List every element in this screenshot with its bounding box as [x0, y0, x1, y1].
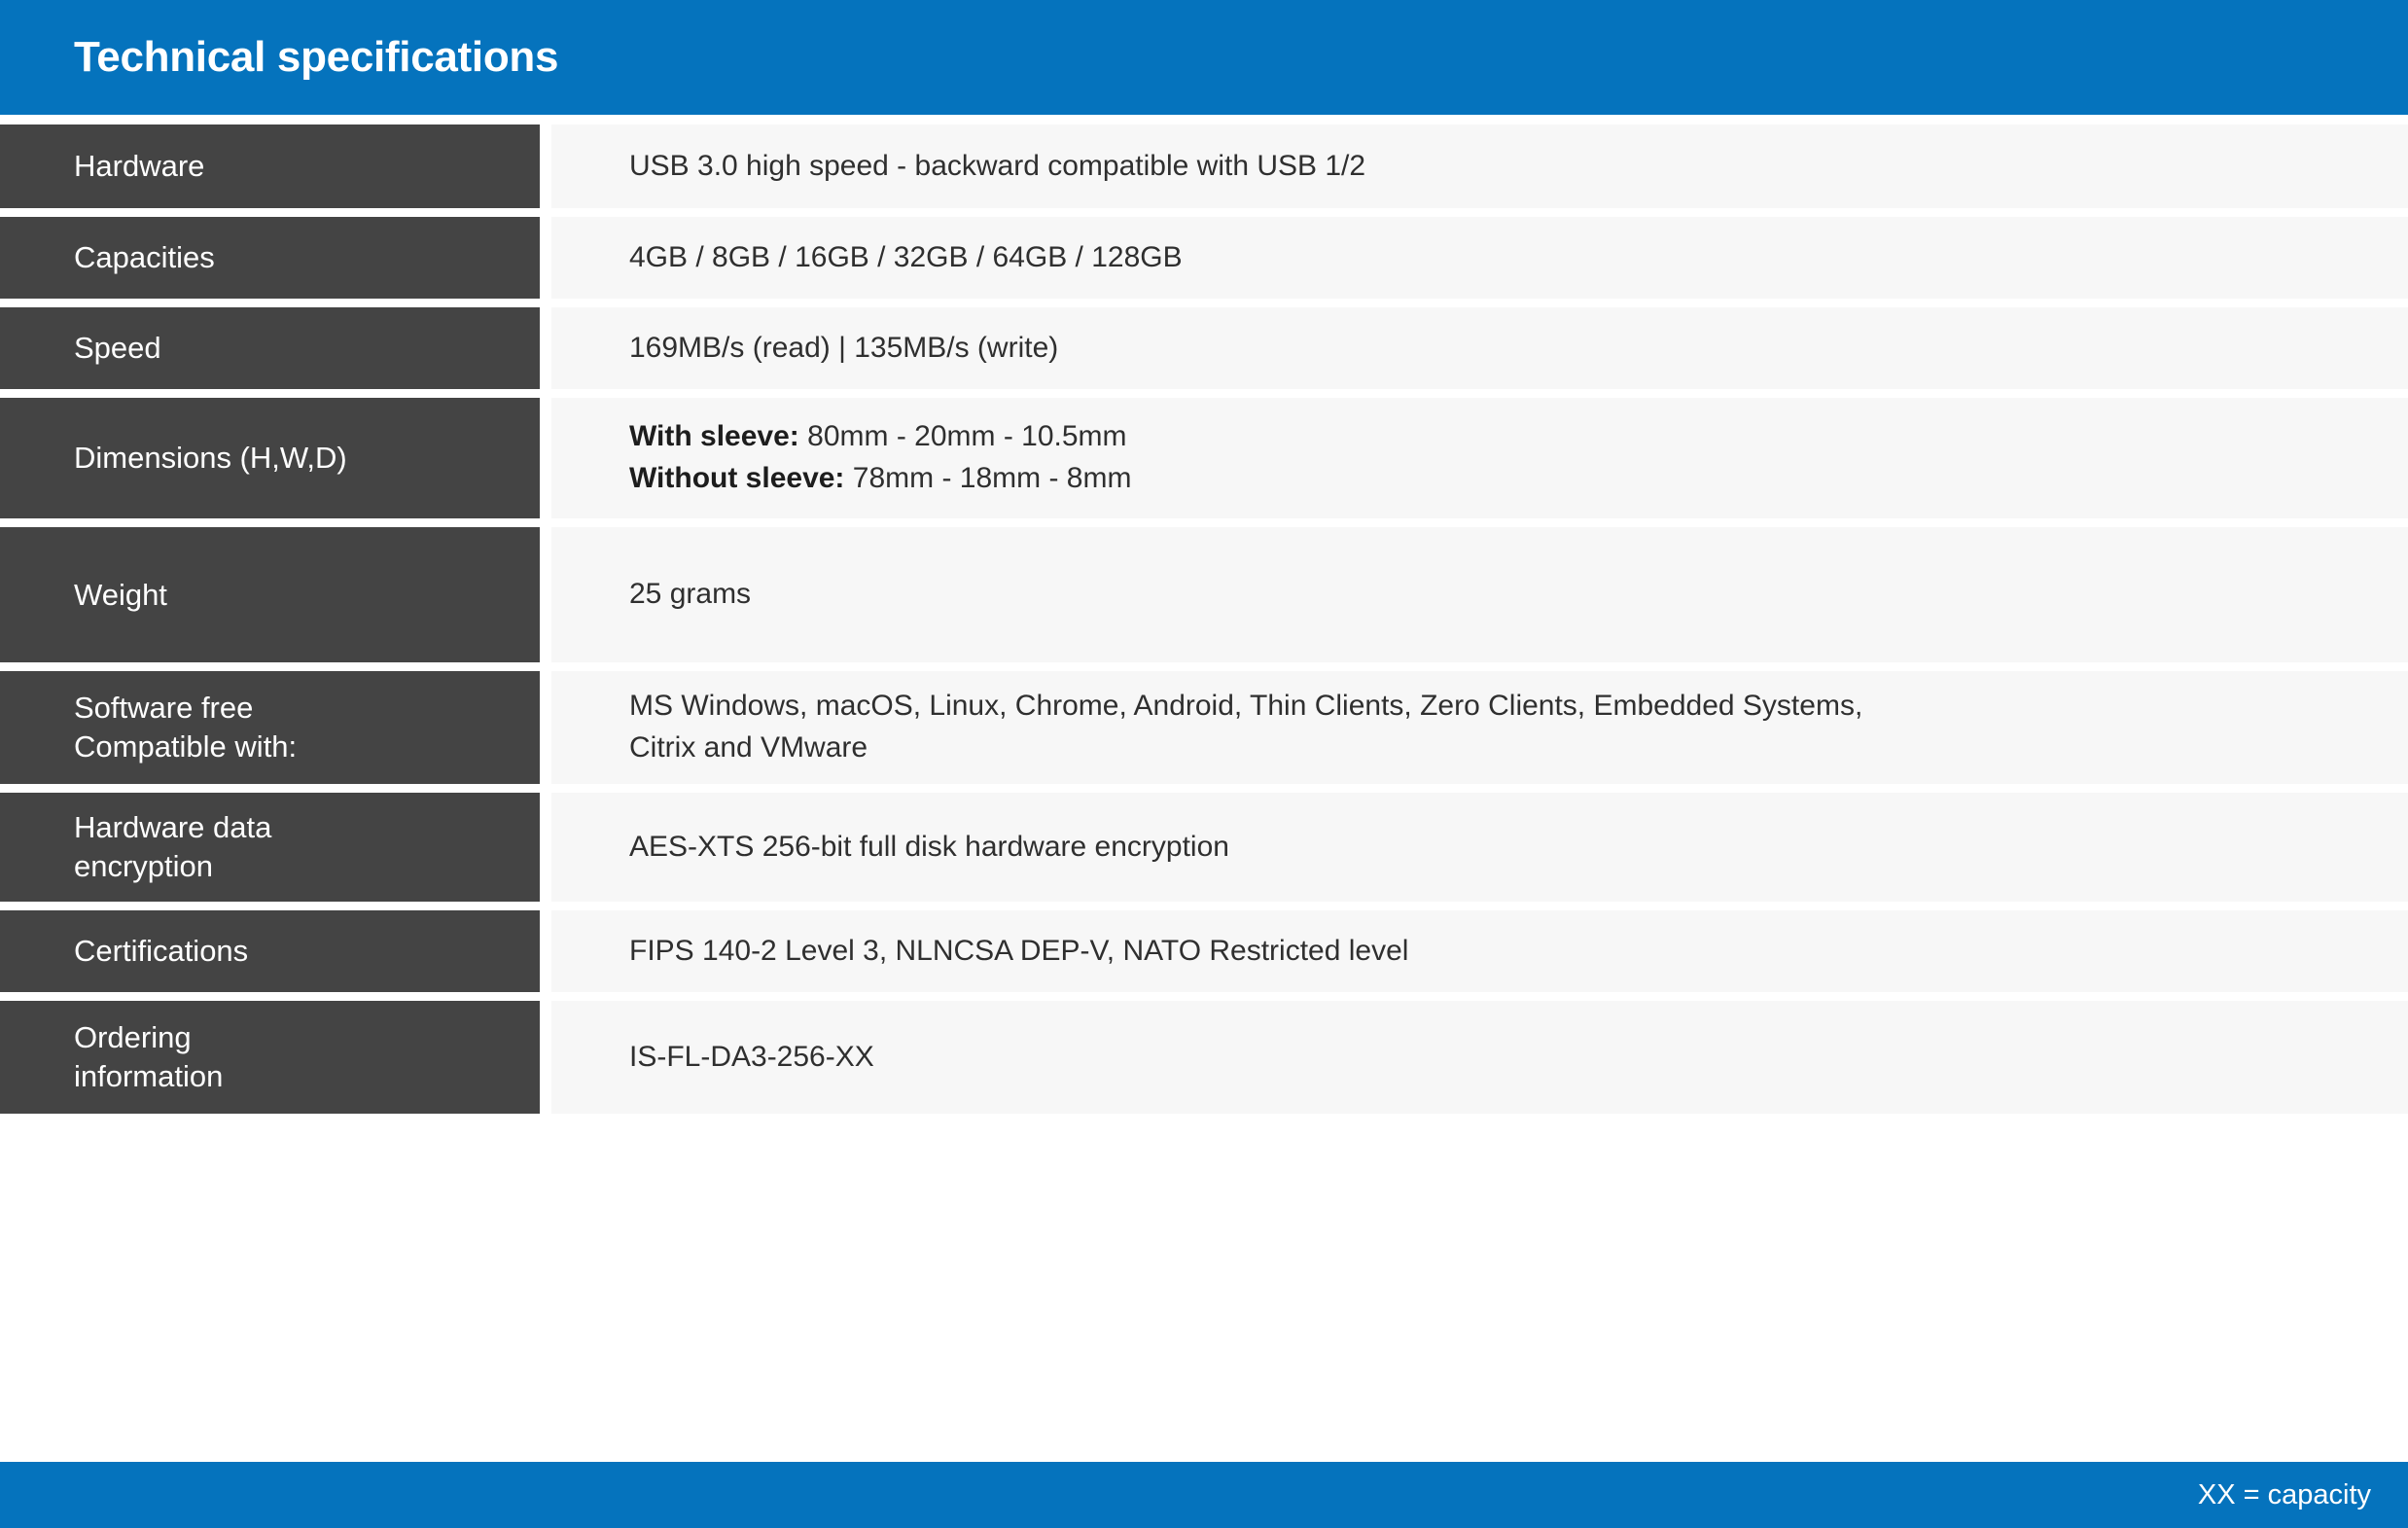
spec-label-text: Ordering information — [74, 1020, 224, 1093]
footer-bar: XX = capacity — [0, 1462, 2408, 1528]
spec-label-text: Capacities — [74, 240, 215, 275]
table-row: Software free Compatible with: MS Window… — [0, 671, 2408, 784]
table-row: Certifications FIPS 140-2 Level 3, NLNCS… — [0, 910, 2408, 992]
table-row: Hardware data encryption AES-XTS 256-bit… — [0, 793, 2408, 902]
dimensions-without-sleeve-value: 78mm - 18mm - 8mm — [844, 462, 1132, 494]
spec-value-text: 169MB/s (read) | 135MB/s (write) — [629, 331, 1059, 364]
spec-label-cell: Capacities — [0, 217, 540, 299]
spec-label-cell: Software free Compatible with: — [0, 671, 540, 784]
spec-label-cell: Weight — [0, 527, 540, 662]
spec-label-cell: Certifications — [0, 910, 540, 992]
table-row: Dimensions (H,W,D) With sleeve: 80mm - 2… — [0, 398, 2408, 518]
spec-value-cell: MS Windows, macOS, Linux, Chrome, Androi… — [551, 671, 2408, 784]
spec-value-cell: AES-XTS 256-bit full disk hardware encry… — [551, 793, 2408, 902]
spec-value-cell: 4GB / 8GB / 16GB / 32GB / 64GB / 128GB — [551, 217, 2408, 299]
spec-value-text: IS-FL-DA3-256-XX — [629, 1040, 874, 1073]
spec-label-text: Hardware data encryption — [74, 810, 272, 883]
spec-label-cell: Speed — [0, 307, 540, 389]
table-row: Weight 25 grams — [0, 527, 2408, 662]
technical-specifications-sheet: Technical specifications Hardware USB 3.… — [0, 0, 2408, 1528]
spec-label-text: Certifications — [74, 934, 249, 969]
spec-label-cell: Ordering information — [0, 1001, 540, 1114]
spec-label-text: Speed — [74, 331, 161, 366]
spec-label-cell: Dimensions (H,W,D) — [0, 398, 540, 518]
spec-value-text: AES-XTS 256-bit full disk hardware encry… — [629, 830, 1229, 863]
spec-value-text: With sleeve: 80mm - 20mm - 10.5mm Withou… — [629, 416, 1131, 499]
footer-note: XX = capacity — [2197, 1478, 2371, 1510]
spec-value-cell: IS-FL-DA3-256-XX — [551, 1001, 2408, 1114]
spec-value-text: USB 3.0 high speed - backward compatible… — [629, 149, 1366, 182]
spec-label-text: Dimensions (H,W,D) — [74, 441, 347, 476]
spec-value-cell: With sleeve: 80mm - 20mm - 10.5mm Withou… — [551, 398, 2408, 518]
spec-label-cell: Hardware — [0, 124, 540, 208]
spec-label-text: Software free Compatible with: — [74, 691, 298, 764]
header-bar: Technical specifications — [0, 0, 2408, 115]
table-row: Hardware USB 3.0 high speed - backward c… — [0, 124, 2408, 208]
spec-label-text: Weight — [74, 577, 167, 612]
spec-value-cell: 169MB/s (read) | 135MB/s (write) — [551, 307, 2408, 389]
spec-label-text: Hardware — [74, 149, 205, 184]
table-row: Ordering information IS-FL-DA3-256-XX — [0, 1001, 2408, 1114]
specifications-table: Hardware USB 3.0 high speed - backward c… — [0, 115, 2408, 1462]
table-row: Speed 169MB/s (read) | 135MB/s (write) — [0, 307, 2408, 389]
dimensions-with-sleeve-value: 80mm - 20mm - 10.5mm — [798, 420, 1127, 453]
spec-value-text: 4GB / 8GB / 16GB / 32GB / 64GB / 128GB — [629, 240, 1183, 273]
spec-value-cell: FIPS 140-2 Level 3, NLNCSA DEP-V, NATO R… — [551, 910, 2408, 992]
spec-label-cell: Hardware data encryption — [0, 793, 540, 902]
dimensions-with-sleeve-label: With sleeve: — [629, 420, 799, 453]
spec-value-text: 25 grams — [629, 578, 752, 611]
spec-value-cell: 25 grams — [551, 527, 2408, 662]
spec-value-text: MS Windows, macOS, Linux, Chrome, Androi… — [629, 690, 1863, 764]
spec-value-cell: USB 3.0 high speed - backward compatible… — [551, 124, 2408, 208]
spec-value-text: FIPS 140-2 Level 3, NLNCSA DEP-V, NATO R… — [629, 934, 1409, 967]
page-title: Technical specifications — [74, 33, 559, 81]
dimensions-without-sleeve-label: Without sleeve: — [629, 462, 845, 494]
table-row: Capacities 4GB / 8GB / 16GB / 32GB / 64G… — [0, 217, 2408, 299]
